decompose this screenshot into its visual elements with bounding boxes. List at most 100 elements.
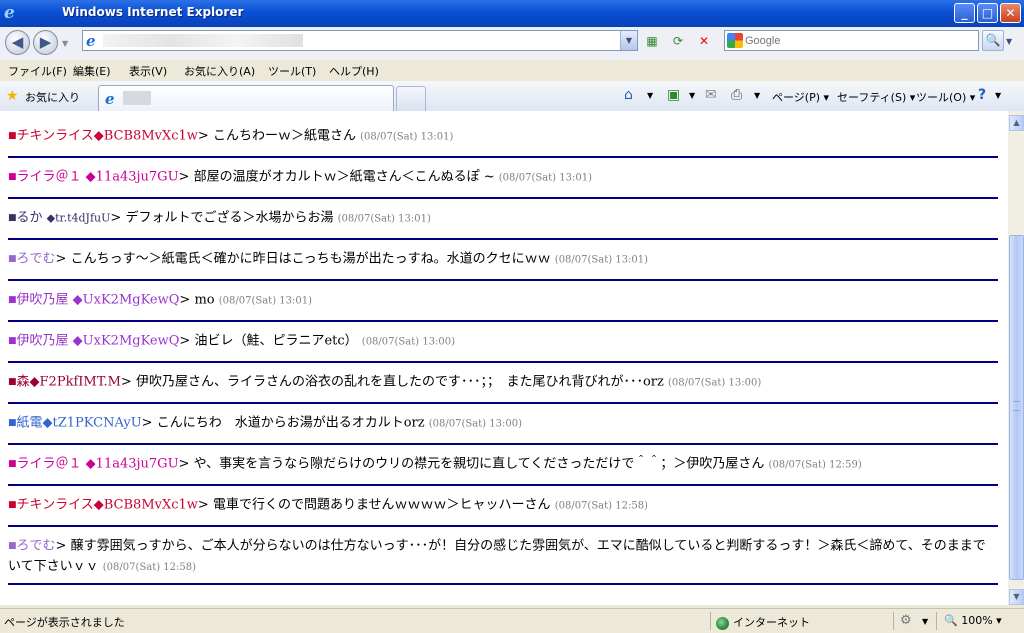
- status-divider: [936, 612, 937, 630]
- title-bar: e Windows Internet Explorer _ □ ✕: [0, 0, 1024, 27]
- protected-mode-icon[interactable]: ⚙: [900, 613, 912, 628]
- post-separator: [8, 238, 998, 240]
- help-dropdown-icon[interactable]: ▼: [995, 91, 1001, 100]
- menu-tools[interactable]: ツール(T): [268, 63, 316, 79]
- search-box[interactable]: [724, 30, 979, 51]
- name-marker: ■: [8, 418, 17, 428]
- scroll-up-arrow-icon[interactable]: ▲: [1009, 115, 1024, 131]
- poster-name: 紙電: [16, 415, 43, 431]
- page-content: ■チキンライス◆BCB8MvXc1w> こんちわーｗ＞紙電さん (08/07(S…: [0, 111, 1008, 605]
- tools-menu-label: ツール(O): [916, 91, 967, 104]
- help-icon[interactable]: ?: [978, 87, 986, 103]
- poster-name: ライラ＠１: [16, 169, 82, 185]
- post-message: 電車で行くので問題ありませんｗｗｗｗ＞ヒャッハーさん: [212, 497, 551, 513]
- post-message: mo: [194, 292, 215, 308]
- print-dropdown-icon[interactable]: ▼: [754, 91, 760, 100]
- post-separator: [8, 197, 998, 199]
- menu-help[interactable]: ヘルプ(H): [329, 63, 379, 79]
- name-marker: ■: [8, 459, 17, 469]
- menu-favorites[interactable]: お気に入り(A): [184, 63, 255, 79]
- search-input[interactable]: [745, 33, 965, 48]
- security-zone[interactable]: インターネット: [716, 614, 810, 630]
- name-marker: ■: [8, 172, 17, 182]
- post-date: (08/07(Sat) 12:58): [102, 561, 197, 573]
- post-date: (08/07(Sat) 13:01): [218, 295, 313, 307]
- address-toolbar: ◀ ▶ ▼ e ▼ ▦ ⟳ ✕ 🔍 ▼: [0, 27, 1024, 61]
- forward-button[interactable]: ▶: [33, 30, 58, 55]
- window-title: Windows Internet Explorer: [62, 5, 244, 19]
- vertical-scrollbar[interactable]: ▲ ▼: [1008, 111, 1024, 605]
- poster-name: 伊吹乃屋: [16, 292, 69, 308]
- new-tab-button[interactable]: [396, 86, 426, 111]
- menu-view[interactable]: 表示(V): [129, 63, 167, 79]
- poster-trip: ◆BCB8MvXc1w: [93, 497, 198, 513]
- chat-post: ■ライラ＠１ ◆11a43ju7GU> 部屋の温度がオカルトｗ＞紙電さん＜こんぬ…: [8, 169, 592, 185]
- poster-trip: ◆UxK2MgKewQ: [72, 333, 180, 349]
- tab-current[interactable]: e: [98, 85, 394, 111]
- menu-file[interactable]: ファイル(F): [8, 63, 67, 79]
- feeds-icon[interactable]: ▣: [667, 87, 680, 103]
- name-marker: ■: [8, 213, 17, 223]
- grip-icon: [1013, 401, 1020, 411]
- home-dropdown-icon[interactable]: ▼: [647, 91, 653, 100]
- post-date: (08/07(Sat) 13:01): [498, 172, 592, 184]
- page-menu[interactable]: ページ(P) ▾: [772, 89, 829, 105]
- favorites-star-icon[interactable]: ★: [6, 88, 19, 104]
- address-input[interactable]: e ▼: [82, 30, 638, 51]
- post-message: 部屋の温度がオカルトｗ＞紙電さん＜こんぬるぽ ~: [193, 169, 495, 185]
- close-button[interactable]: ✕: [1000, 3, 1021, 23]
- feeds-dropdown-icon[interactable]: ▼: [689, 91, 695, 100]
- search-button[interactable]: 🔍: [982, 30, 1004, 51]
- recent-pages-dropdown-icon[interactable]: ▼: [62, 39, 68, 48]
- name-marker: ■: [8, 336, 17, 346]
- post-separator: [8, 320, 998, 322]
- safety-menu-label: セーフティ(S): [837, 91, 907, 104]
- poster-name: ろでむ: [16, 538, 56, 554]
- post-separator: [8, 361, 998, 363]
- print-icon[interactable]: ⎙: [731, 87, 742, 103]
- tools-menu[interactable]: ツール(O) ▾: [916, 89, 975, 105]
- maximize-button[interactable]: □: [977, 3, 998, 23]
- poster-name: 伊吹乃屋: [16, 333, 69, 349]
- post-separator: [8, 443, 998, 445]
- poster-trip: ◆BCB8MvXc1w: [93, 128, 198, 144]
- post-separator: [8, 156, 998, 158]
- minimize-button[interactable]: _: [954, 3, 975, 23]
- post-message: こんにちわ 水道からお湯が出るオカルトorz: [156, 415, 425, 431]
- chat-post: ■ろでむ> こんちっす～＞紙電氏＜確かに昨日はこっちも湯が出たっすね。水道のクセ…: [8, 251, 649, 267]
- compatibility-view-icon[interactable]: ▦: [642, 32, 662, 50]
- refresh-icon[interactable]: ⟳: [668, 32, 688, 50]
- chat-post: ■ろでむ> 醸す雰囲気っすから、ご本人が分らないのは仕方ないっす･･･が！自分の…: [8, 538, 986, 574]
- menu-bar: ファイル(F) 編集(E) 表示(V) お気に入り(A) ツール(T) ヘルプ(…: [0, 60, 1024, 82]
- poster-name: ライラ＠１: [16, 456, 82, 472]
- poster-name: チキンライス: [16, 497, 94, 513]
- protected-mode-dropdown-icon[interactable]: ▼: [922, 617, 928, 626]
- poster-name: 森: [16, 374, 30, 390]
- search-options-dropdown-icon[interactable]: ▼: [1006, 37, 1012, 46]
- name-marker: ■: [8, 377, 17, 387]
- globe-icon: [716, 616, 729, 630]
- back-button[interactable]: ◀: [5, 30, 30, 55]
- favorites-button-label[interactable]: お気に入り: [25, 89, 80, 105]
- page-icon: e: [86, 32, 96, 50]
- mail-icon[interactable]: ✉: [705, 87, 717, 103]
- page-menu-label: ページ(P): [772, 91, 820, 104]
- address-dropdown-icon[interactable]: ▼: [620, 31, 637, 50]
- name-marker: ■: [8, 254, 17, 264]
- menu-edit[interactable]: 編集(E): [73, 63, 111, 79]
- name-marker: ■: [8, 295, 17, 305]
- scroll-down-arrow-icon[interactable]: ▼: [1009, 589, 1024, 605]
- scrollbar-thumb[interactable]: [1009, 235, 1024, 580]
- post-date: (08/07(Sat) 12:58): [554, 500, 648, 512]
- post-separator: [8, 484, 998, 486]
- home-icon[interactable]: ⌂: [624, 87, 633, 103]
- poster-name: チキンライス: [16, 128, 94, 144]
- google-icon: [727, 33, 743, 48]
- status-divider: [710, 612, 711, 630]
- name-marker: ■: [8, 500, 17, 510]
- safety-menu[interactable]: セーフティ(S) ▾: [837, 89, 915, 105]
- zoom-control[interactable]: 🔍 100% ▾: [944, 614, 1002, 627]
- stop-icon[interactable]: ✕: [694, 32, 714, 50]
- post-message: こんちわーｗ＞紙電さん: [212, 128, 356, 144]
- post-message: デフォルトでござる＞水場からお湯: [125, 210, 334, 226]
